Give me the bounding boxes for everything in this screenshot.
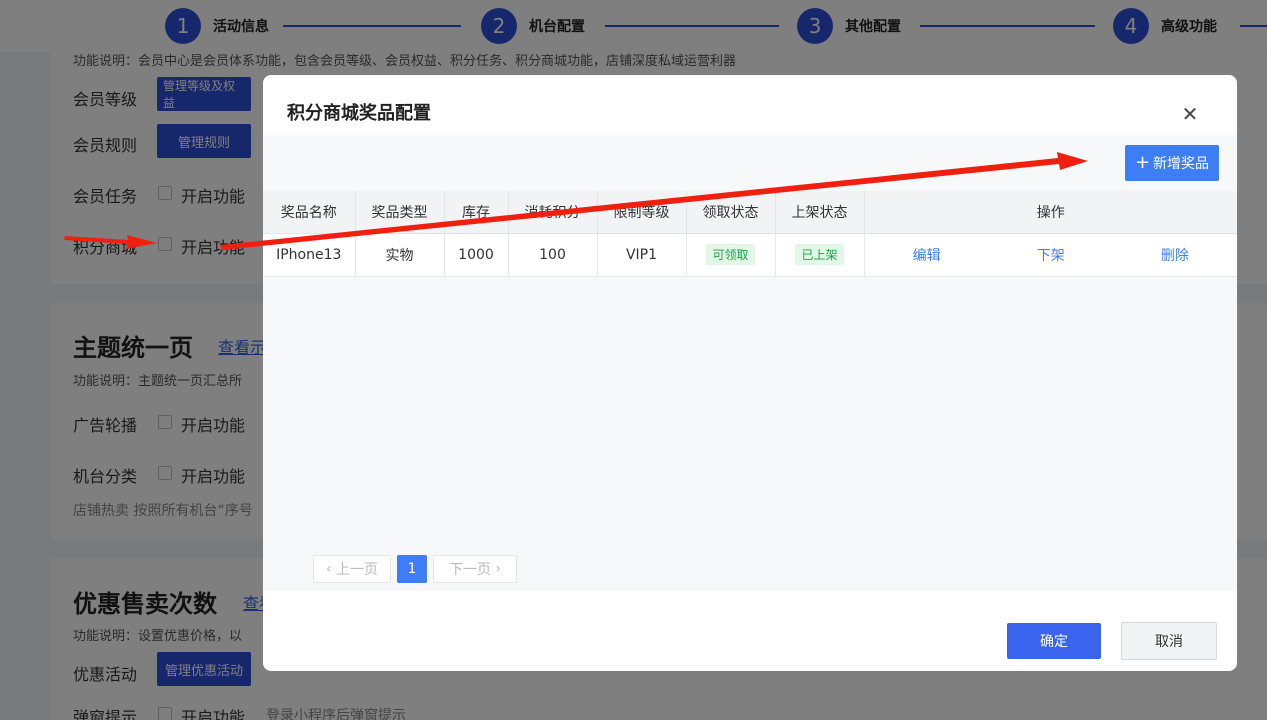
table-header-row: 奖品名称 奖品类型 库存 消耗积分 限制等级 领取状态 上架状态 操作	[263, 191, 1237, 234]
prize-config-modal: 积分商城奖品配置 ✕ + 新增奖品 奖品名称 奖品类型 库存 消耗积分 限制等级…	[263, 75, 1237, 671]
delete-link[interactable]: 删除	[1161, 245, 1189, 265]
level-cell: VIP1	[597, 233, 687, 277]
add-prize-label: 新增奖品	[1153, 156, 1210, 172]
shelf-status-badge: 已上架	[795, 244, 844, 265]
prize-table: 奖品名称 奖品类型 库存 消耗积分 限制等级 领取状态 上架状态 操作 IPho…	[263, 191, 1237, 277]
column-header: 领取状态	[686, 191, 776, 234]
points-cell: 100	[508, 233, 598, 277]
current-page-button[interactable]: 1	[397, 555, 427, 583]
prev-page-button[interactable]: ‹ 上一页	[313, 555, 391, 583]
column-header: 库存	[444, 191, 509, 234]
actions-cell: 编辑 下架 删除	[864, 233, 1237, 277]
next-page-label: 下一页	[448, 562, 491, 578]
column-header: 操作	[864, 191, 1237, 234]
table-row: IPhone13 实物 1000 100 VIP1 可领取 已上架 编辑 下架	[263, 233, 1237, 277]
stock-cell: 1000	[444, 233, 509, 277]
prize-type-cell: 实物	[355, 233, 445, 277]
plus-icon: +	[1134, 152, 1151, 173]
prize-name-cell: IPhone13	[263, 233, 356, 277]
shelf-status-cell: 已上架	[775, 233, 865, 277]
confirm-button[interactable]: 确定	[1007, 623, 1101, 659]
close-icon[interactable]: ✕	[1178, 102, 1202, 126]
column-header: 上架状态	[775, 191, 865, 234]
prev-page-label: 上一页	[336, 562, 379, 578]
pagination: ‹ 上一页 1 下一页 ›	[313, 555, 517, 583]
claim-status-badge: 可领取	[706, 244, 755, 265]
unshelf-link[interactable]: 下架	[1037, 245, 1065, 265]
claim-status-cell: 可领取	[686, 233, 776, 277]
chevron-right-icon: ›	[490, 561, 502, 577]
modal-body: + 新增奖品 奖品名称 奖品类型 库存 消耗积分 限制等级 领取状态 上架状态 …	[263, 135, 1237, 591]
chevron-left-icon: ‹	[325, 561, 337, 577]
next-page-button[interactable]: 下一页 ›	[433, 555, 517, 583]
column-header: 消耗积分	[508, 191, 598, 234]
cancel-button[interactable]: 取消	[1121, 622, 1217, 660]
add-prize-button[interactable]: + 新增奖品	[1125, 145, 1219, 181]
column-header: 限制等级	[597, 191, 687, 234]
modal-title: 积分商城奖品配置	[287, 103, 431, 124]
column-header: 奖品名称	[263, 191, 356, 234]
edit-link[interactable]: 编辑	[913, 245, 941, 265]
column-header: 奖品类型	[355, 191, 445, 234]
